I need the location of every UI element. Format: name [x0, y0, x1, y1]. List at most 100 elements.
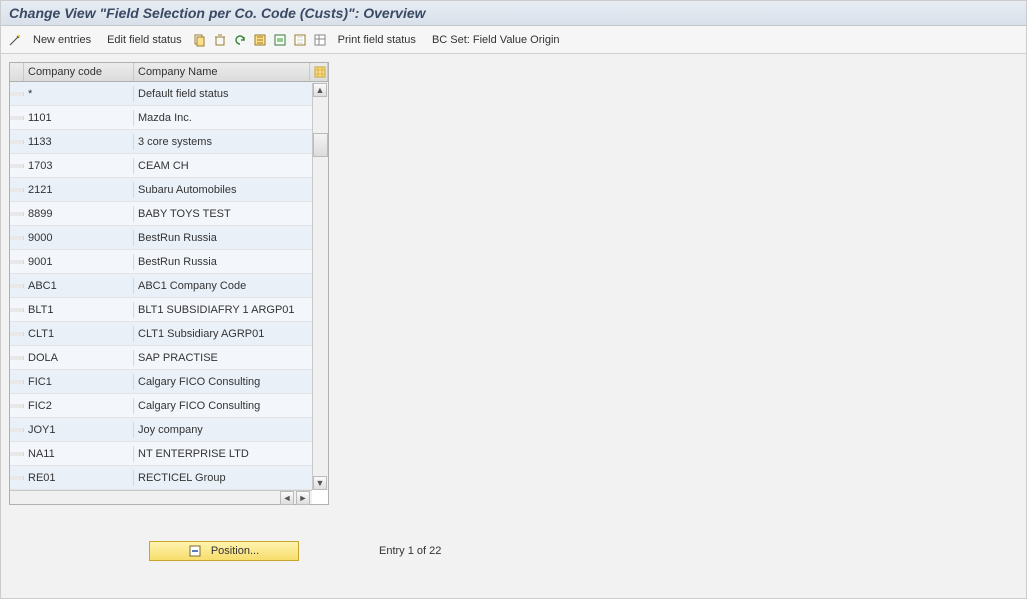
cell-company-name[interactable]: BestRun Russia: [134, 230, 328, 246]
table-row[interactable]: 9001BestRun Russia: [10, 250, 328, 274]
table-row[interactable]: 8899BABY TOYS TEST: [10, 202, 328, 226]
row-selector[interactable]: [10, 308, 24, 312]
cell-company-name[interactable]: Mazda Inc.: [134, 110, 328, 126]
wand-icon[interactable]: [7, 32, 23, 48]
cell-company-code[interactable]: 1133: [24, 134, 134, 150]
cell-company-code[interactable]: *: [24, 86, 134, 102]
position-button[interactable]: Position...: [149, 541, 299, 561]
table-row[interactable]: 1703CEAM CH: [10, 154, 328, 178]
cell-company-name[interactable]: Calgary FICO Consulting: [134, 374, 328, 390]
cell-company-name[interactable]: ABC1 Company Code: [134, 278, 328, 294]
scroll-left-arrow-icon[interactable]: ◄: [280, 491, 294, 505]
row-selector[interactable]: [10, 236, 24, 240]
table-row[interactable]: BLT1BLT1 SUBSIDIAFRY 1 ARGP01: [10, 298, 328, 322]
row-selector[interactable]: [10, 164, 24, 168]
row-selector[interactable]: [10, 212, 24, 216]
table-row[interactable]: JOY1Joy company: [10, 418, 328, 442]
row-selector-header[interactable]: [10, 63, 24, 81]
row-selector[interactable]: [10, 380, 24, 384]
delete-icon[interactable]: [212, 32, 228, 48]
cell-company-code[interactable]: FIC1: [24, 374, 134, 390]
table-row[interactable]: FIC2Calgary FICO Consulting: [10, 394, 328, 418]
cell-company-name[interactable]: Default field status: [134, 86, 328, 102]
grid-header: Company code Company Name: [10, 63, 328, 82]
row-selector[interactable]: [10, 92, 24, 96]
cell-company-code[interactable]: 9000: [24, 230, 134, 246]
grid-horizontal-scrollbar[interactable]: ◄ ►: [10, 490, 312, 504]
scroll-down-arrow-icon[interactable]: ▼: [313, 476, 327, 490]
cell-company-code[interactable]: 8899: [24, 206, 134, 222]
cell-company-code[interactable]: FIC2: [24, 398, 134, 414]
row-selector[interactable]: [10, 428, 24, 432]
table-row[interactable]: RE01RECTICEL Group: [10, 466, 328, 490]
cell-company-name[interactable]: CEAM CH: [134, 158, 328, 174]
table-row[interactable]: ABC1ABC1 Company Code: [10, 274, 328, 298]
cell-company-name[interactable]: SAP PRACTISE: [134, 350, 328, 366]
cell-company-name[interactable]: BestRun Russia: [134, 254, 328, 270]
row-selector[interactable]: [10, 332, 24, 336]
cell-company-code[interactable]: RE01: [24, 470, 134, 486]
cell-company-code[interactable]: 2121: [24, 182, 134, 198]
cell-company-name[interactable]: 3 core systems: [134, 134, 328, 150]
col-company-name[interactable]: Company Name: [134, 63, 310, 81]
cell-company-code[interactable]: DOLA: [24, 350, 134, 366]
company-code-grid: Company code Company Name *Default field…: [9, 62, 329, 505]
cell-company-name[interactable]: BLT1 SUBSIDIAFRY 1 ARGP01: [134, 302, 328, 318]
table-row[interactable]: DOLASAP PRACTISE: [10, 346, 328, 370]
row-selector[interactable]: [10, 452, 24, 456]
row-selector[interactable]: [10, 116, 24, 120]
scroll-up-arrow-icon[interactable]: ▲: [313, 83, 327, 97]
select-all-icon[interactable]: [252, 32, 268, 48]
select-block-icon[interactable]: [272, 32, 288, 48]
window-title: Change View "Field Selection per Co. Cod…: [1, 1, 1026, 26]
table-settings-icon[interactable]: [312, 32, 328, 48]
cell-company-name[interactable]: Subaru Automobiles: [134, 182, 328, 198]
col-company-code[interactable]: Company code: [24, 63, 134, 81]
row-selector[interactable]: [10, 188, 24, 192]
cell-company-code[interactable]: CLT1: [24, 326, 134, 342]
cell-company-code[interactable]: ABC1: [24, 278, 134, 294]
deselect-all-icon[interactable]: [292, 32, 308, 48]
scroll-thumb[interactable]: [313, 133, 328, 157]
table-row[interactable]: 9000BestRun Russia: [10, 226, 328, 250]
grid-vertical-scrollbar[interactable]: ▲ ▼: [312, 83, 328, 490]
app-toolbar: New entries Edit field status Print fiel…: [1, 26, 1026, 54]
row-selector[interactable]: [10, 404, 24, 408]
row-selector[interactable]: [10, 260, 24, 264]
table-row[interactable]: 11333 core systems: [10, 130, 328, 154]
cell-company-name[interactable]: Calgary FICO Consulting: [134, 398, 328, 414]
position-button-label: Position...: [211, 545, 259, 557]
cell-company-code[interactable]: 1101: [24, 110, 134, 126]
bc-set-button[interactable]: BC Set: Field Value Origin: [426, 32, 566, 48]
row-selector[interactable]: [10, 284, 24, 288]
cell-company-code[interactable]: BLT1: [24, 302, 134, 318]
cell-company-code[interactable]: NA11: [24, 446, 134, 462]
table-row[interactable]: 1101Mazda Inc.: [10, 106, 328, 130]
position-icon: [189, 545, 201, 557]
cell-company-name[interactable]: CLT1 Subsidiary AGRP01: [134, 326, 328, 342]
table-row[interactable]: 2121Subaru Automobiles: [10, 178, 328, 202]
row-selector[interactable]: [10, 476, 24, 480]
copy-icon[interactable]: [192, 32, 208, 48]
grid-config-icon[interactable]: [310, 63, 328, 81]
table-row[interactable]: NA11NT ENTERPRISE LTD: [10, 442, 328, 466]
table-row[interactable]: FIC1Calgary FICO Consulting: [10, 370, 328, 394]
cell-company-code[interactable]: 1703: [24, 158, 134, 174]
new-entries-button[interactable]: New entries: [27, 32, 97, 48]
grid-body: *Default field status1101Mazda Inc.11333…: [10, 82, 328, 490]
row-selector[interactable]: [10, 140, 24, 144]
cell-company-name[interactable]: RECTICEL Group: [134, 470, 328, 486]
cell-company-name[interactable]: BABY TOYS TEST: [134, 206, 328, 222]
row-selector[interactable]: [10, 356, 24, 360]
cell-company-code[interactable]: JOY1: [24, 422, 134, 438]
cell-company-name[interactable]: Joy company: [134, 422, 328, 438]
table-row[interactable]: CLT1CLT1 Subsidiary AGRP01: [10, 322, 328, 346]
print-field-status-button[interactable]: Print field status: [332, 32, 422, 48]
entry-status-text: Entry 1 of 22: [379, 545, 441, 557]
cell-company-name[interactable]: NT ENTERPRISE LTD: [134, 446, 328, 462]
cell-company-code[interactable]: 9001: [24, 254, 134, 270]
scroll-right-arrow-icon[interactable]: ►: [296, 491, 310, 505]
table-row[interactable]: *Default field status: [10, 82, 328, 106]
undo-icon[interactable]: [232, 32, 248, 48]
edit-field-status-button[interactable]: Edit field status: [101, 32, 188, 48]
